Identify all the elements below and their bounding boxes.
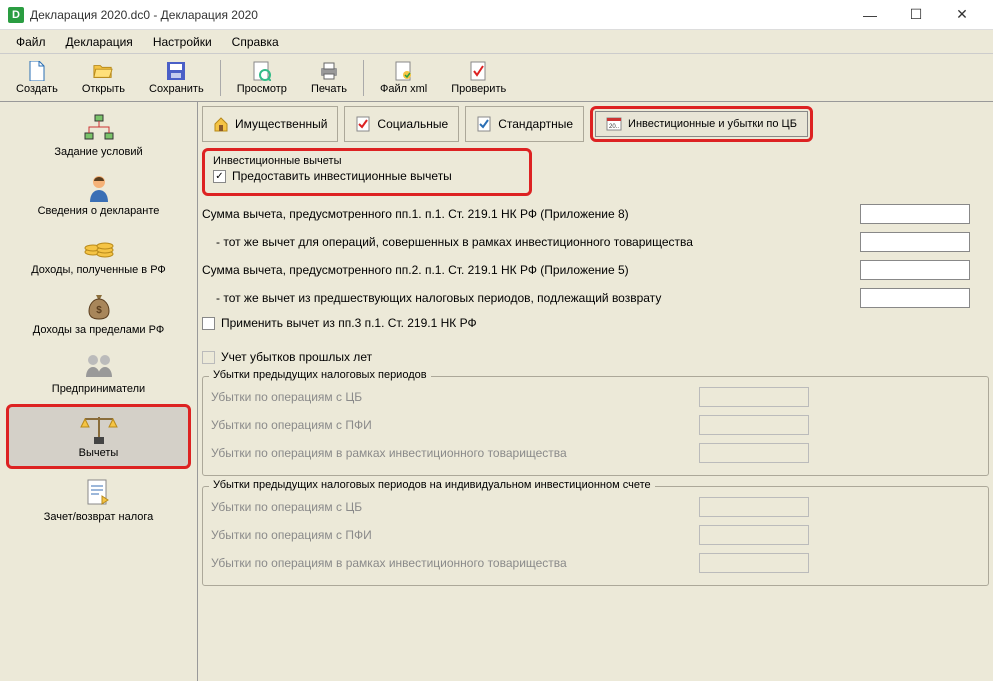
preview-icon xyxy=(252,61,272,81)
scales-icon xyxy=(79,413,119,445)
label-loss-iis-it: Убытки по операциям в рамках инвестицион… xyxy=(211,556,691,570)
coins-icon xyxy=(83,230,115,262)
tab-social[interactable]: Социальные xyxy=(344,106,459,142)
sidebar-item-income-foreign[interactable]: $ Доходы за пределами РФ xyxy=(0,284,197,343)
check-doc-icon xyxy=(355,116,371,132)
label-loss-iis-cb: Убытки по операциям с ЦБ xyxy=(211,500,691,514)
label-loss-iis-pfi: Убытки по операциям с ПФИ xyxy=(211,528,691,542)
menu-help[interactable]: Справка xyxy=(222,32,289,52)
calendar-icon: 20.. xyxy=(606,116,622,132)
label-deduction-2a: - тот же вычет из предшествующих налогов… xyxy=(202,291,852,305)
sidebar-item-offset-refund[interactable]: Зачет/возврат налога xyxy=(0,471,197,530)
tab-invest-highlight: 20.. Инвестиционные и убытки по ЦБ xyxy=(590,106,813,142)
close-button[interactable]: ✕ xyxy=(939,0,985,30)
checkbox-apply-pp3[interactable] xyxy=(202,317,215,330)
input-deduction-2a[interactable] xyxy=(860,288,970,308)
new-file-icon xyxy=(27,61,47,81)
xml-file-icon xyxy=(394,61,414,81)
house-icon xyxy=(213,116,229,132)
checkbox-prev-losses-label: Учет убытков прошлых лет xyxy=(221,350,372,364)
main-panel: Имущественный Социальные Стандартные 20.… xyxy=(198,102,993,681)
checkbox-provide-invest-label: Предоставить инвестиционные вычеты xyxy=(232,169,452,183)
save-icon xyxy=(166,61,186,81)
group-invest-deductions: Инвестиционные вычеты ✓ Предоставить инв… xyxy=(202,148,532,196)
menu-settings[interactable]: Настройки xyxy=(143,32,222,52)
input-deduction-2[interactable] xyxy=(860,260,970,280)
input-loss-iis-cb xyxy=(699,497,809,517)
tab-property[interactable]: Имущественный xyxy=(202,106,338,142)
input-loss-pfi xyxy=(699,415,809,435)
flowchart-icon xyxy=(81,112,117,144)
refund-doc-icon xyxy=(86,477,112,509)
toolbar-print[interactable]: Печать xyxy=(301,59,357,97)
toolbar-save[interactable]: Сохранить xyxy=(139,59,214,97)
titlebar: D Декларация 2020.dc0 - Декларация 2020 … xyxy=(0,0,993,30)
menu-declaration[interactable]: Декларация xyxy=(56,32,143,52)
checkbox-provide-invest[interactable]: ✓ xyxy=(213,170,226,183)
toolbar: Создать Открыть Сохранить Просмотр Печат… xyxy=(0,54,993,102)
separator xyxy=(220,60,221,96)
toolbar-check[interactable]: Проверить xyxy=(441,59,516,97)
input-loss-it xyxy=(699,443,809,463)
tab-strip: Имущественный Социальные Стандартные 20.… xyxy=(202,106,989,142)
folder-open-icon xyxy=(93,61,113,81)
check-doc-icon xyxy=(476,116,492,132)
input-deduction-1a[interactable] xyxy=(860,232,970,252)
tab-invest[interactable]: 20.. Инвестиционные и убытки по ЦБ xyxy=(595,111,808,137)
people-icon xyxy=(82,349,116,381)
toolbar-preview[interactable]: Просмотр xyxy=(227,59,297,97)
label-loss-pfi: Убытки по операциям с ПФИ xyxy=(211,418,691,432)
label-loss-cb: Убытки по операциям с ЦБ xyxy=(211,390,691,404)
group-prev-losses: Убытки предыдущих налоговых периодов Убы… xyxy=(202,376,989,476)
input-loss-cb xyxy=(699,387,809,407)
input-loss-iis-it xyxy=(699,553,809,573)
window-title: Декларация 2020.dc0 - Декларация 2020 xyxy=(30,8,258,22)
toolbar-xml[interactable]: Файл xml xyxy=(370,59,437,97)
checkbox-prev-losses[interactable] xyxy=(202,351,215,364)
label-deduction-1: Сумма вычета, предусмотренного пп.1. п.1… xyxy=(202,207,852,221)
input-loss-iis-pfi xyxy=(699,525,809,545)
sidebar-item-income-rf[interactable]: Доходы, полученные в РФ xyxy=(0,224,197,283)
menu-file[interactable]: Файл xyxy=(6,32,56,52)
label-loss-it: Убытки по операциям в рамках инвестицион… xyxy=(211,446,691,460)
group-title-prev-losses: Убытки предыдущих налоговых периодов xyxy=(209,369,431,381)
sidebar-item-deductions[interactable]: Вычеты xyxy=(6,404,191,469)
label-deduction-2: Сумма вычета, предусмотренного пп.2. п.1… xyxy=(202,263,852,277)
maximize-button[interactable]: ☐ xyxy=(893,0,939,30)
sidebar-item-conditions[interactable]: Задание условий xyxy=(0,106,197,165)
toolbar-create[interactable]: Создать xyxy=(6,59,68,97)
svg-text:$: $ xyxy=(96,305,102,316)
app-icon: D xyxy=(8,7,24,23)
sidebar-item-entrepreneurs[interactable]: Предприниматели xyxy=(0,343,197,402)
check-icon xyxy=(469,61,489,81)
toolbar-open[interactable]: Открыть xyxy=(72,59,135,97)
checkbox-apply-pp3-label: Применить вычет из пп.3 п.1. Ст. 219.1 Н… xyxy=(221,316,477,330)
svg-text:20..: 20.. xyxy=(609,124,619,130)
group-title-prev-losses-iis: Убытки предыдущих налоговых периодов на … xyxy=(209,479,655,491)
group-prev-losses-iis: Убытки предыдущих налоговых периодов на … xyxy=(202,486,989,586)
person-icon xyxy=(84,171,114,203)
separator xyxy=(363,60,364,96)
sidebar: Задание условий Сведения о декларанте До… xyxy=(0,102,198,681)
money-bag-icon: $ xyxy=(86,290,112,322)
menubar: Файл Декларация Настройки Справка xyxy=(0,30,993,54)
group-title-invest: Инвестиционные вычеты xyxy=(213,155,521,167)
print-icon xyxy=(319,61,339,81)
sidebar-item-declarant[interactable]: Сведения о декларанте xyxy=(0,165,197,224)
minimize-button[interactable]: — xyxy=(847,0,893,30)
input-deduction-1[interactable] xyxy=(860,204,970,224)
tab-standard[interactable]: Стандартные xyxy=(465,106,584,142)
label-deduction-1a: - тот же вычет для операций, совершенных… xyxy=(202,235,852,249)
